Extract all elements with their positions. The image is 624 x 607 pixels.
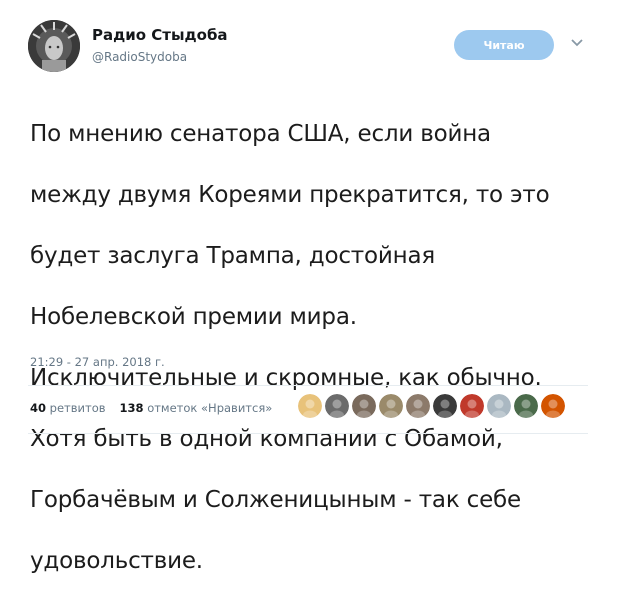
divider xyxy=(28,433,588,434)
landscape-avatar-icon[interactable] xyxy=(325,394,349,418)
soldier-avatar-icon[interactable] xyxy=(379,394,403,418)
author-display-name[interactable]: Радио Стыдоба xyxy=(92,26,228,44)
likes-label: отметок «Нравится» xyxy=(147,401,273,415)
orange-avatar-icon[interactable] xyxy=(541,394,565,418)
tweet-line: По мнению сенатора США, если война xyxy=(30,120,491,147)
tweet-line: будет заслуга Трампа, достойная xyxy=(30,242,435,269)
divider xyxy=(28,385,588,386)
author-avatar[interactable] xyxy=(28,20,80,72)
statue-of-liberty-avatar-icon xyxy=(28,20,80,72)
photo-avatar-icon[interactable] xyxy=(406,394,430,418)
tweet-line: Нобелевской премии мира. xyxy=(30,303,357,330)
retweets-count: 40 xyxy=(30,401,47,415)
default-avatar-icon[interactable] xyxy=(487,394,511,418)
tweet-timestamp[interactable]: 21:29 - 27 апр. 2018 г. xyxy=(30,355,165,369)
tweet-text: По мнению сенатора США, если война между… xyxy=(30,88,600,607)
portrait-avatar-icon[interactable] xyxy=(352,394,376,418)
likes-stat[interactable]: 138 отметок «Нравится» xyxy=(120,401,273,415)
follow-button[interactable]: Читаю xyxy=(454,30,554,60)
tweet-line: между двумя Кореями прекратится, то это xyxy=(30,181,550,208)
tweet-line: Горбачёвым и Солженицыным - так себе xyxy=(30,486,521,513)
likes-count: 138 xyxy=(119,401,144,415)
robot-avatar-icon[interactable] xyxy=(433,394,457,418)
car-avatar-icon[interactable] xyxy=(514,394,538,418)
tweet-line: удовольствие. xyxy=(30,547,203,574)
liker-avatars xyxy=(298,394,565,418)
chevron-down-icon[interactable] xyxy=(570,38,584,48)
cartoon-girl-avatar-icon[interactable] xyxy=(298,394,322,418)
tweet-stats: 40 ретвитов 138 отметок «Нравится» xyxy=(30,401,282,415)
retweets-label: ретвитов xyxy=(49,401,106,415)
hammer-sickle-avatar-icon[interactable] xyxy=(460,394,484,418)
author-handle[interactable]: @RadioStydoba xyxy=(92,50,187,64)
tweet-line: Хотя быть в одной компании с Обамой, xyxy=(30,425,503,452)
retweets-stat[interactable]: 40 ретвитов xyxy=(30,401,106,415)
